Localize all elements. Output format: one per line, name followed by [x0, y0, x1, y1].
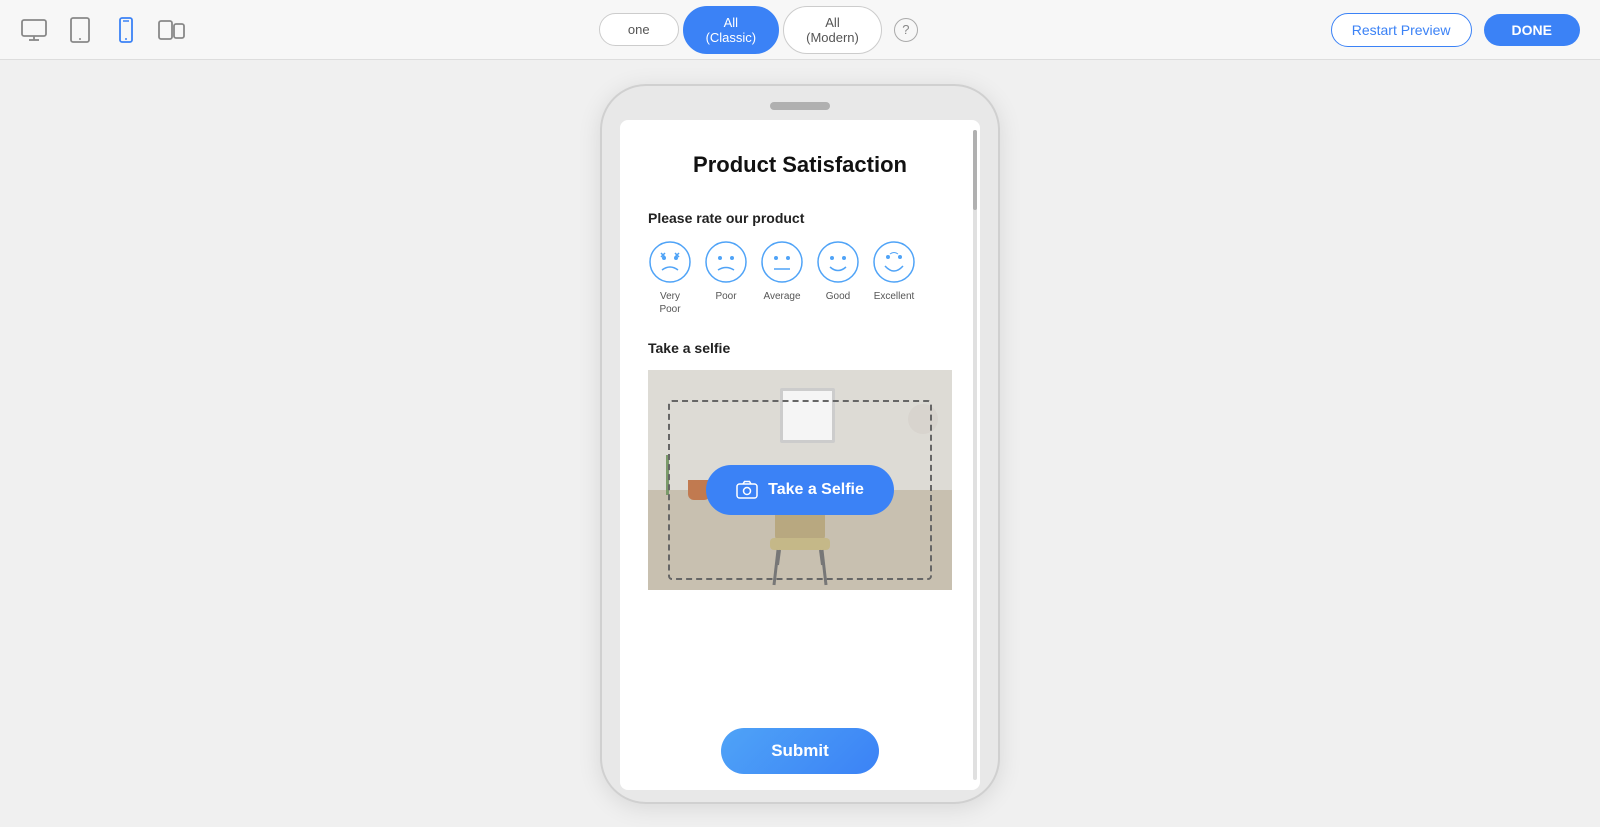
tablet-icon[interactable]: [66, 16, 94, 44]
rating-excellent[interactable]: Excellent: [872, 240, 916, 316]
rating-options-row: VeryPoor Poor: [648, 240, 952, 316]
device-icon-group: [20, 16, 186, 44]
top-bar: one All(Classic) All(Modern) ? Restart P…: [0, 0, 1600, 60]
selfie-dropzone[interactable]: Take a Selfie: [668, 400, 932, 580]
scroll-track[interactable]: [973, 130, 977, 780]
restart-preview-button[interactable]: Restart Preview: [1331, 13, 1472, 47]
survey-content: Product Satisfaction Please rate our pro…: [620, 120, 980, 790]
survey-title: Product Satisfaction: [648, 152, 952, 178]
desktop-icon[interactable]: [20, 16, 48, 44]
tab-all-classic[interactable]: All(Classic): [683, 6, 780, 54]
selfie-section: Take a selfie: [648, 340, 952, 590]
rating-label-poor: Poor: [715, 290, 736, 303]
selfie-background: Take a Selfie: [648, 370, 952, 590]
rating-average[interactable]: Average: [760, 240, 804, 316]
rating-good[interactable]: Good: [816, 240, 860, 316]
phone-frame: Product Satisfaction Please rate our pro…: [600, 84, 1000, 804]
camera-icon: [736, 479, 758, 501]
phone-screen: Product Satisfaction Please rate our pro…: [620, 120, 980, 790]
mobile-icon[interactable]: [112, 16, 140, 44]
split-icon[interactable]: [158, 16, 186, 44]
rating-label-good: Good: [826, 290, 850, 303]
tab-all-modern[interactable]: All(Modern): [783, 6, 882, 54]
rating-label-average: Average: [763, 290, 800, 303]
tab-one[interactable]: one: [599, 13, 679, 46]
rating-poor[interactable]: Poor: [704, 240, 748, 316]
rating-question: Please rate our product: [648, 210, 952, 226]
rating-very-poor[interactable]: VeryPoor: [648, 240, 692, 316]
top-right-actions: Restart Preview DONE: [1331, 13, 1580, 47]
main-content: Product Satisfaction Please rate our pro…: [0, 60, 1600, 827]
phone-speaker: [770, 102, 830, 110]
selfie-label: Take a selfie: [648, 340, 952, 356]
rating-label-excellent: Excellent: [874, 290, 915, 303]
rating-label-very-poor: VeryPoor: [659, 290, 680, 316]
done-button[interactable]: DONE: [1484, 14, 1580, 46]
scroll-thumb: [973, 130, 977, 210]
rating-section: Please rate our product: [648, 210, 952, 316]
help-icon[interactable]: ?: [894, 18, 918, 42]
submit-row: Submit: [620, 728, 980, 774]
view-tab-group: one All(Classic) All(Modern) ?: [599, 6, 918, 54]
take-selfie-button[interactable]: Take a Selfie: [706, 465, 894, 515]
submit-button[interactable]: Submit: [721, 728, 879, 774]
